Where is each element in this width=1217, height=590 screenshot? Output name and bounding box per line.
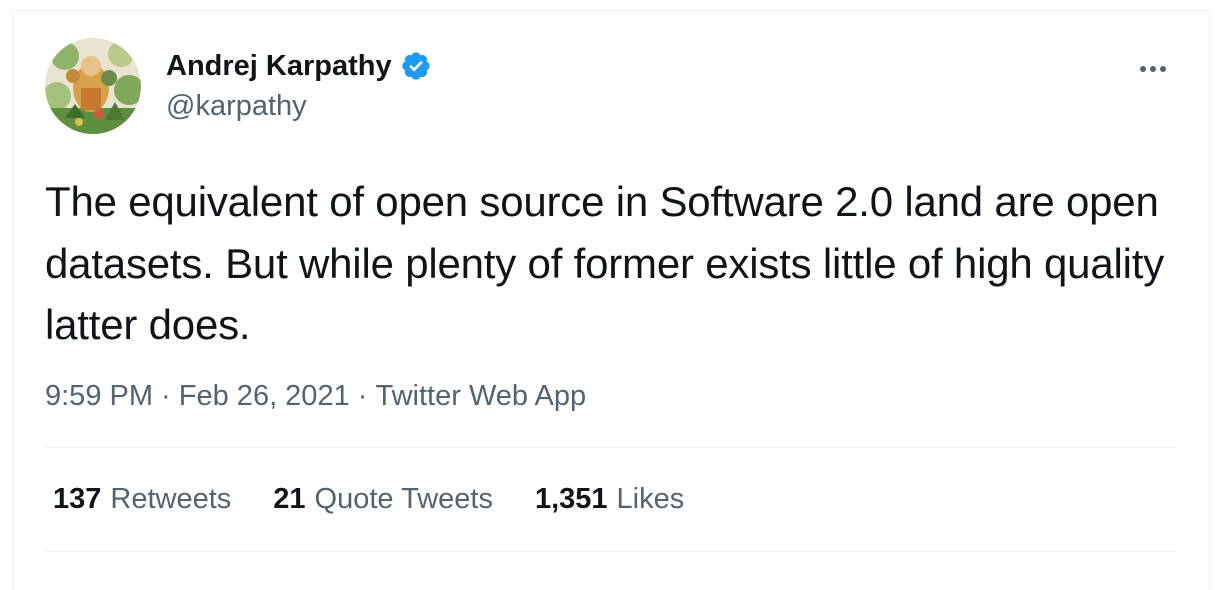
likes-label: Likes [616, 483, 685, 515]
likes-stat[interactable]: 1,351 Likes [535, 481, 684, 517]
retweets-label: Retweets [110, 483, 232, 515]
quote-tweets-stat[interactable]: 21 Quote Tweets [273, 481, 493, 517]
avatar[interactable] [45, 38, 141, 134]
retweets-count: 137 [53, 483, 102, 515]
meta-separator: · [349, 380, 376, 412]
tweet-time[interactable]: 9:59 PM [45, 378, 153, 414]
more-dot [1160, 66, 1166, 72]
display-name[interactable]: Andrej Karpathy [166, 49, 392, 83]
tweet-source[interactable]: Twitter Web App [375, 378, 586, 414]
avatar-illustration-icon [45, 38, 141, 134]
divider [45, 447, 1177, 448]
more-options-button[interactable] [1131, 47, 1175, 91]
more-dots-icon [1140, 66, 1146, 72]
divider [45, 551, 1177, 552]
retweets-stat[interactable]: 137 Retweets [53, 481, 231, 517]
verified-badge-icon [401, 52, 430, 80]
tweet-date[interactable]: Feb 26, 2021 [179, 378, 350, 414]
tweet-card: Andrej Karpathy @karpathy The equivalent… [12, 10, 1210, 590]
meta-separator: · [153, 380, 179, 412]
quote-tweets-count: 21 [273, 483, 306, 515]
tweet-text: The equivalent of open source in Softwar… [45, 178, 1165, 348]
more-dot [1150, 66, 1156, 72]
author-name-row: Andrej Karpathy [166, 49, 432, 83]
author-handle[interactable]: @karpathy [166, 89, 307, 123]
quote-tweets-label: Quote Tweets [314, 483, 493, 515]
likes-count: 1,351 [534, 483, 608, 515]
tweet-metadata: 9:59 PM · Feb 26, 2021 · Twitter Web App [45, 378, 586, 414]
engagement-stats: 137 Retweets 21 Quote Tweets 1,351 Likes [53, 481, 684, 517]
